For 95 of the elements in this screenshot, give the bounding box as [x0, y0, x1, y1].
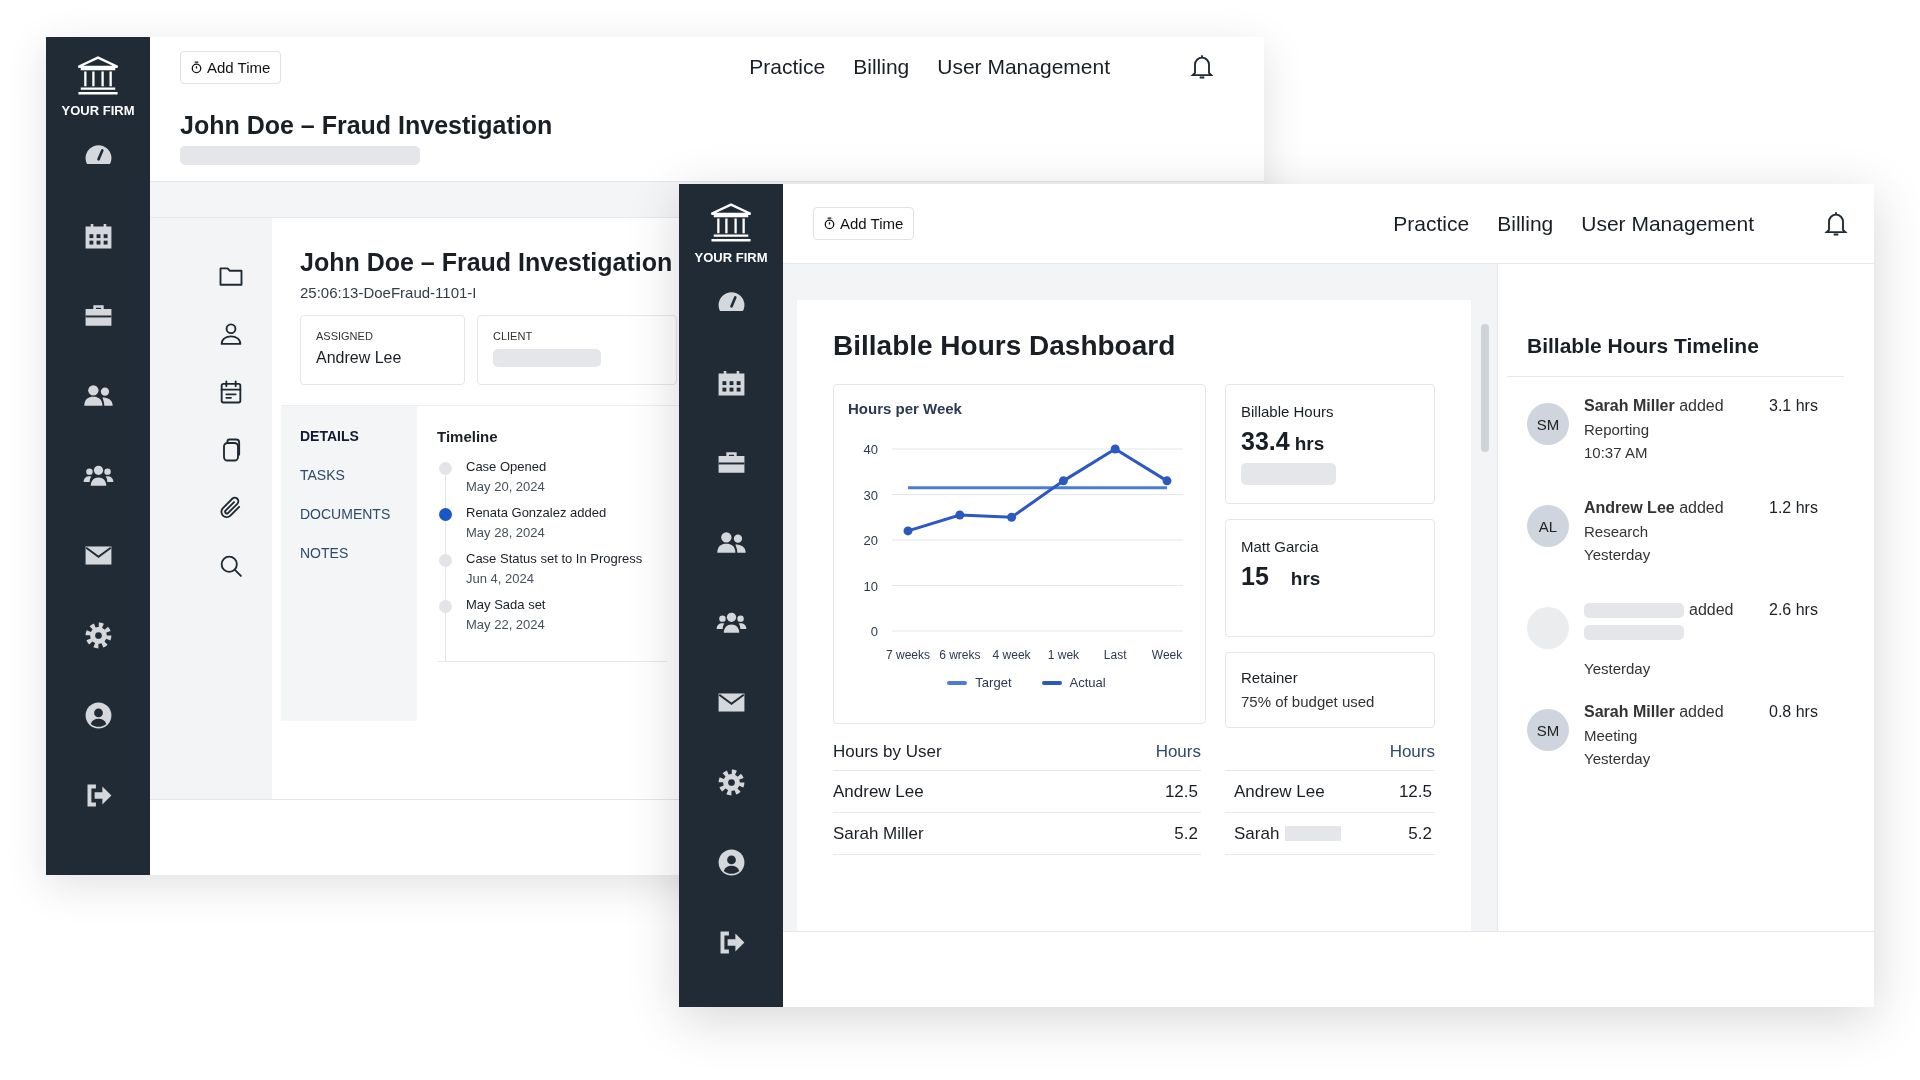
stopwatch-icon — [824, 217, 835, 230]
data-point — [903, 526, 913, 536]
event-title: Case Status set to In Progress — [466, 551, 643, 566]
nav-link[interactable]: User Management — [937, 55, 1110, 79]
table-cell: 5.2 — [1174, 823, 1198, 844]
avatar: SM — [1527, 403, 1569, 445]
table-cell: 12.5 — [1398, 781, 1432, 802]
entry-headline: Andrew Lee added — [1584, 499, 1724, 517]
x-tick-label: 4 week — [992, 648, 1031, 662]
tab[interactable]: TASKS — [300, 467, 417, 483]
nav-link[interactable]: Practice — [749, 55, 826, 79]
legend-label: Target — [975, 675, 1012, 690]
entry-task: Meeting — [1584, 727, 1639, 744]
table-cell: Andrew Lee — [833, 781, 924, 802]
case-title: John Doe – Fraud Investigation — [300, 248, 673, 277]
entry-time: Yesterday — [1584, 750, 1652, 767]
entry-time: Yesterday — [1584, 660, 1652, 677]
table-cell: 12.5 — [1164, 781, 1198, 802]
column-header: Hours — [1155, 742, 1201, 762]
avatar: AL — [1527, 505, 1569, 547]
y-tick-label: 10 — [863, 578, 878, 594]
stopwatch-icon — [191, 60, 202, 74]
y-tick-label: 30 — [863, 487, 878, 503]
x-tick-label: 7 weeks — [886, 648, 930, 662]
table-cell: Sarah — [1234, 823, 1342, 844]
stat-label: Billable Hours — [1241, 403, 1335, 420]
table-title: Hours by User — [833, 742, 942, 762]
dashboard-title: Billable Hours Dashboard — [833, 330, 1177, 362]
stat-label: Matt Garcia — [1241, 538, 1320, 555]
brand-name: YOUR FIRM — [694, 250, 768, 265]
notification-bell-icon[interactable] — [1822, 209, 1850, 238]
add-time-button[interactable]: Add Time — [813, 207, 915, 240]
case-id: 25:06:13-DoeFraud-1101-I — [300, 284, 478, 301]
field-label: ASSIGNED — [316, 330, 374, 342]
entry-headline: added — [1689, 601, 1734, 619]
stat-note: 75% of budget used — [1241, 693, 1376, 710]
entry-headline: Sarah Miller added — [1584, 703, 1724, 721]
nav-link[interactable]: Practice — [1393, 211, 1470, 236]
entry-hours: 1.2 hrs — [1769, 499, 1818, 518]
event-title: May Sada set — [466, 597, 546, 612]
x-tick-label: Week — [1151, 648, 1183, 662]
data-point — [955, 510, 965, 520]
entry-task: Reporting — [1584, 421, 1651, 438]
stat-label: Retainer — [1241, 669, 1299, 686]
x-tick-label: 1 wek — [1047, 648, 1080, 662]
x-tick-label: 6 wreks — [939, 648, 981, 662]
bank-building-icon — [708, 202, 754, 244]
brand-name: YOUR FIRM — [61, 103, 135, 118]
event-date: Jun 4, 2024 — [466, 571, 535, 586]
event-date: May 20, 2024 — [466, 479, 546, 494]
tab[interactable]: DOCUMENTS — [300, 506, 417, 522]
table-cell: Andrew Lee — [1234, 781, 1325, 802]
legend-label: Actual — [1069, 675, 1106, 690]
entry-hours: 3.1 hrs — [1769, 397, 1818, 416]
field-label: CLIENT — [493, 330, 534, 342]
event-date: May 28, 2024 — [466, 525, 546, 540]
event-title: Case Opened — [466, 459, 547, 474]
timeline-title: Timeline — [437, 428, 499, 445]
data-point — [1110, 444, 1120, 454]
stat-value: 15 — [1241, 562, 1269, 591]
x-tick-label: Last — [1103, 648, 1127, 662]
table-cell: Sarah Miller — [833, 823, 924, 844]
data-point — [1162, 476, 1172, 486]
data-point — [1058, 476, 1068, 486]
y-tick-label: 0 — [870, 624, 878, 639]
entry-hours: 2.6 hrs — [1769, 601, 1818, 620]
bank-building-icon — [75, 55, 121, 97]
panel-title: Billable Hours Timeline — [1527, 334, 1760, 358]
entry-time: 10:37 AM — [1584, 444, 1649, 461]
event-title: Renata Gonzalez added — [466, 505, 607, 520]
page-title: John Doe – Fraud Investigation — [180, 111, 553, 140]
scrollbar[interactable] — [1481, 324, 1489, 452]
y-tick-label: 40 — [863, 442, 878, 457]
nav-link[interactable]: Billing — [853, 55, 910, 79]
nav-link[interactable]: User Management — [1581, 211, 1754, 236]
entry-task: Research — [1584, 523, 1650, 540]
tab[interactable]: NOTES — [300, 545, 417, 561]
stat-value: 33.4 — [1241, 427, 1290, 456]
stat-unit: hrs — [1290, 568, 1321, 590]
stat-unit: hrs — [1294, 433, 1325, 455]
entry-headline: Sarah Miller added — [1584, 397, 1724, 415]
notification-bell-icon[interactable] — [1188, 53, 1216, 81]
tab[interactable]: DETAILS — [300, 428, 417, 444]
data-point — [1007, 512, 1017, 522]
chart-title: Hours per Week — [848, 400, 963, 417]
field-value: Andrew Lee — [316, 349, 403, 367]
add-time-button[interactable]: Add Time — [180, 50, 282, 84]
nav-link[interactable]: Billing — [1497, 211, 1554, 236]
entry-hours: 0.8 hrs — [1769, 703, 1818, 722]
column-header: Hours — [1389, 742, 1435, 762]
avatar: SM — [1527, 709, 1569, 751]
y-tick-label: 20 — [863, 533, 878, 548]
event-date: May 22, 2024 — [466, 617, 546, 632]
table-cell: 5.2 — [1408, 823, 1432, 844]
entry-time: Yesterday — [1584, 546, 1652, 563]
